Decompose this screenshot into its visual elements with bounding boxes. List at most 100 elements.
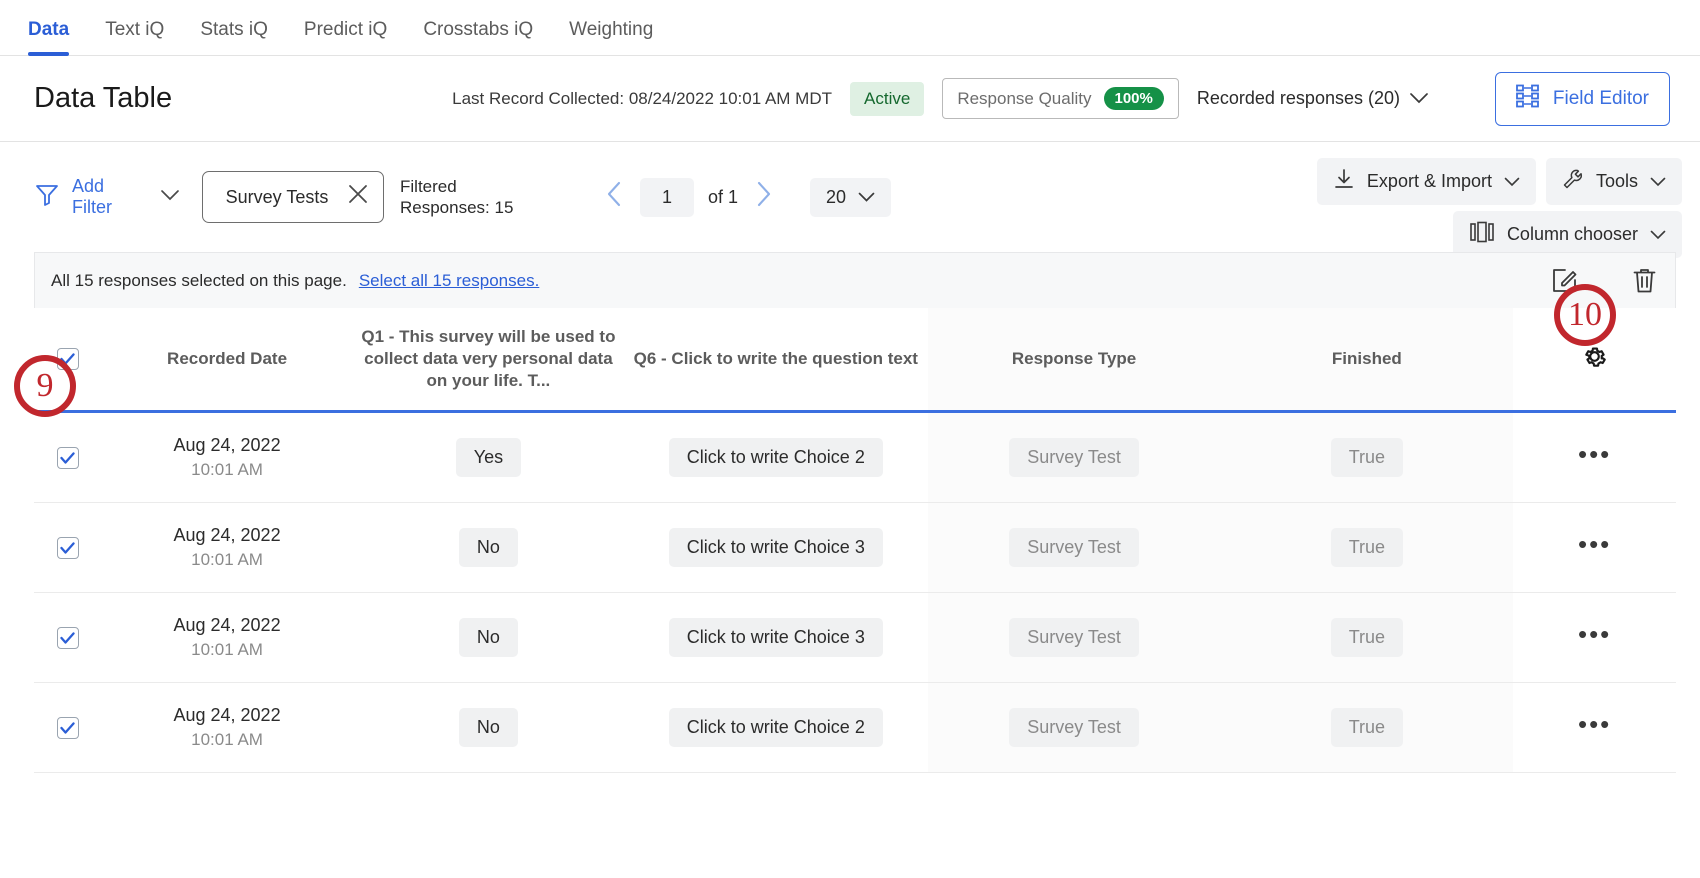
toolbar-right-actions: Export & Import Tools bbox=[1317, 158, 1682, 258]
column-header-recorded-date[interactable]: Recorded Date bbox=[101, 308, 353, 412]
tab-label: Predict iQ bbox=[304, 19, 387, 40]
cell-response-type: Survey Test bbox=[928, 412, 1221, 503]
recorded-date: Aug 24, 2022 bbox=[107, 705, 347, 726]
q6-value: Click to write Choice 2 bbox=[669, 708, 883, 747]
response-type-value: Survey Test bbox=[1009, 438, 1139, 477]
cell-q1: No bbox=[353, 593, 624, 683]
field-editor-label: Field Editor bbox=[1553, 88, 1649, 110]
cell-q6: Click to write Choice 2 bbox=[624, 683, 928, 773]
column-chooser-button[interactable]: Column chooser bbox=[1453, 211, 1682, 258]
tab-label: Data bbox=[28, 19, 69, 40]
page-size-value: 20 bbox=[826, 187, 846, 208]
delete-icon[interactable] bbox=[1632, 267, 1657, 294]
add-filter-label: Add Filter bbox=[72, 176, 134, 217]
table-row[interactable]: Aug 24, 2022 10:01 AM No Click to write … bbox=[34, 503, 1676, 593]
q1-value: No bbox=[459, 618, 518, 657]
export-import-label: Export & Import bbox=[1367, 171, 1492, 192]
finished-value: True bbox=[1331, 438, 1403, 477]
table-row[interactable]: Aug 24, 2022 10:01 AM No Click to write … bbox=[34, 593, 1676, 683]
wrench-icon bbox=[1562, 168, 1584, 195]
close-icon[interactable] bbox=[347, 183, 369, 211]
table-row[interactable]: Aug 24, 2022 10:01 AM Yes Click to write… bbox=[34, 412, 1676, 503]
page-total-label: of 1 bbox=[708, 187, 738, 208]
row-select-cell bbox=[34, 683, 101, 773]
selection-text: All 15 responses selected on this page. bbox=[51, 271, 347, 291]
page-size-select[interactable]: 20 bbox=[810, 178, 891, 217]
column-header-response-type[interactable]: Response Type bbox=[928, 308, 1221, 412]
recorded-time: 10:01 AM bbox=[107, 730, 347, 750]
tab-text-iq[interactable]: Text iQ bbox=[87, 19, 182, 55]
row-menu-icon[interactable]: ••• bbox=[1578, 529, 1611, 559]
page-number-input[interactable]: 1 bbox=[640, 178, 694, 217]
tools-button[interactable]: Tools bbox=[1546, 158, 1682, 205]
chevron-down-icon bbox=[1504, 171, 1520, 192]
column-header-finished[interactable]: Finished bbox=[1220, 308, 1513, 412]
page-title: Data Table bbox=[34, 82, 172, 115]
q6-value: Click to write Choice 3 bbox=[669, 618, 883, 657]
row-menu-icon[interactable]: ••• bbox=[1578, 709, 1611, 739]
tab-predict-iq[interactable]: Predict iQ bbox=[286, 19, 405, 55]
table-row[interactable]: Aug 24, 2022 10:01 AM No Click to write … bbox=[34, 683, 1676, 773]
row-menu-icon[interactable]: ••• bbox=[1578, 619, 1611, 649]
response-quality-label: Response Quality bbox=[957, 89, 1091, 109]
row-checkbox[interactable] bbox=[57, 447, 79, 469]
main-tab-bar: Data Text iQ Stats iQ Predict iQ Crossta… bbox=[0, 0, 1700, 56]
annotation-badge-10: 10 bbox=[1554, 284, 1616, 346]
filter-chip-survey-tests[interactable]: Survey Tests bbox=[202, 171, 384, 223]
cell-row-actions: ••• bbox=[1513, 683, 1676, 773]
q1-value: No bbox=[459, 528, 518, 567]
response-quality-box[interactable]: Response Quality 100% bbox=[942, 78, 1179, 119]
row-select-cell bbox=[34, 503, 101, 593]
row-menu-icon[interactable]: ••• bbox=[1578, 439, 1611, 469]
finished-value: True bbox=[1331, 528, 1403, 567]
recorded-responses-dropdown[interactable]: Recorded responses (20) bbox=[1197, 88, 1428, 109]
column-chooser-label: Column chooser bbox=[1507, 224, 1638, 245]
annotation-badge-9: 9 bbox=[14, 355, 76, 417]
cell-q1: No bbox=[353, 683, 624, 773]
add-filter-button[interactable]: Add Filter bbox=[34, 176, 134, 217]
tab-crosstabs-iq[interactable]: Crosstabs iQ bbox=[405, 19, 551, 55]
previous-page-icon[interactable] bbox=[602, 181, 626, 214]
column-header-q1[interactable]: Q1 - This survey will be used to collect… bbox=[353, 308, 624, 412]
tab-data[interactable]: Data bbox=[24, 19, 87, 55]
row-checkbox[interactable] bbox=[57, 717, 79, 739]
recorded-date: Aug 24, 2022 bbox=[107, 525, 347, 546]
download-icon bbox=[1333, 168, 1355, 195]
finished-value: True bbox=[1331, 618, 1403, 657]
response-type-value: Survey Test bbox=[1009, 618, 1139, 657]
export-import-button[interactable]: Export & Import bbox=[1317, 158, 1536, 205]
column-header-q6[interactable]: Q6 - Click to write the question text bbox=[624, 308, 928, 412]
row-checkbox[interactable] bbox=[57, 627, 79, 649]
recorded-time: 10:01 AM bbox=[107, 460, 347, 480]
tab-weighting[interactable]: Weighting bbox=[551, 19, 671, 55]
tab-stats-iq[interactable]: Stats iQ bbox=[182, 19, 286, 55]
chevron-down-icon bbox=[1650, 224, 1666, 245]
page-header: Data Table Last Record Collected: 08/24/… bbox=[0, 56, 1700, 142]
pagination: 1 of 1 20 bbox=[602, 178, 891, 217]
select-all-responses-link[interactable]: Select all 15 responses. bbox=[359, 271, 540, 291]
next-page-icon[interactable] bbox=[752, 181, 776, 214]
finished-value: True bbox=[1331, 708, 1403, 747]
data-table-page: Data Text iQ Stats iQ Predict iQ Crossta… bbox=[0, 0, 1700, 878]
tab-label: Text iQ bbox=[105, 19, 164, 40]
tools-label: Tools bbox=[1596, 171, 1638, 192]
gear-icon[interactable] bbox=[1581, 355, 1608, 374]
cell-response-type: Survey Test bbox=[928, 503, 1221, 593]
cell-finished: True bbox=[1220, 683, 1513, 773]
filter-chevron-down-icon[interactable] bbox=[160, 188, 180, 206]
chevron-down-icon bbox=[858, 187, 875, 208]
chevron-down-icon bbox=[1410, 88, 1428, 109]
filter-icon bbox=[34, 182, 60, 213]
recorded-time: 10:01 AM bbox=[107, 640, 347, 660]
row-checkbox[interactable] bbox=[57, 537, 79, 559]
q6-value: Click to write Choice 3 bbox=[669, 528, 883, 567]
filtered-responses-count: Filtered Responses: 15 bbox=[400, 176, 530, 219]
cell-response-type: Survey Test bbox=[928, 683, 1221, 773]
recorded-time: 10:01 AM bbox=[107, 550, 347, 570]
field-editor-icon bbox=[1516, 84, 1540, 114]
status-badge: Active bbox=[850, 82, 924, 116]
response-type-value: Survey Test bbox=[1009, 528, 1139, 567]
field-editor-button[interactable]: Field Editor bbox=[1495, 72, 1670, 126]
cell-recorded-date: Aug 24, 2022 10:01 AM bbox=[101, 683, 353, 773]
cell-recorded-date: Aug 24, 2022 10:01 AM bbox=[101, 593, 353, 683]
